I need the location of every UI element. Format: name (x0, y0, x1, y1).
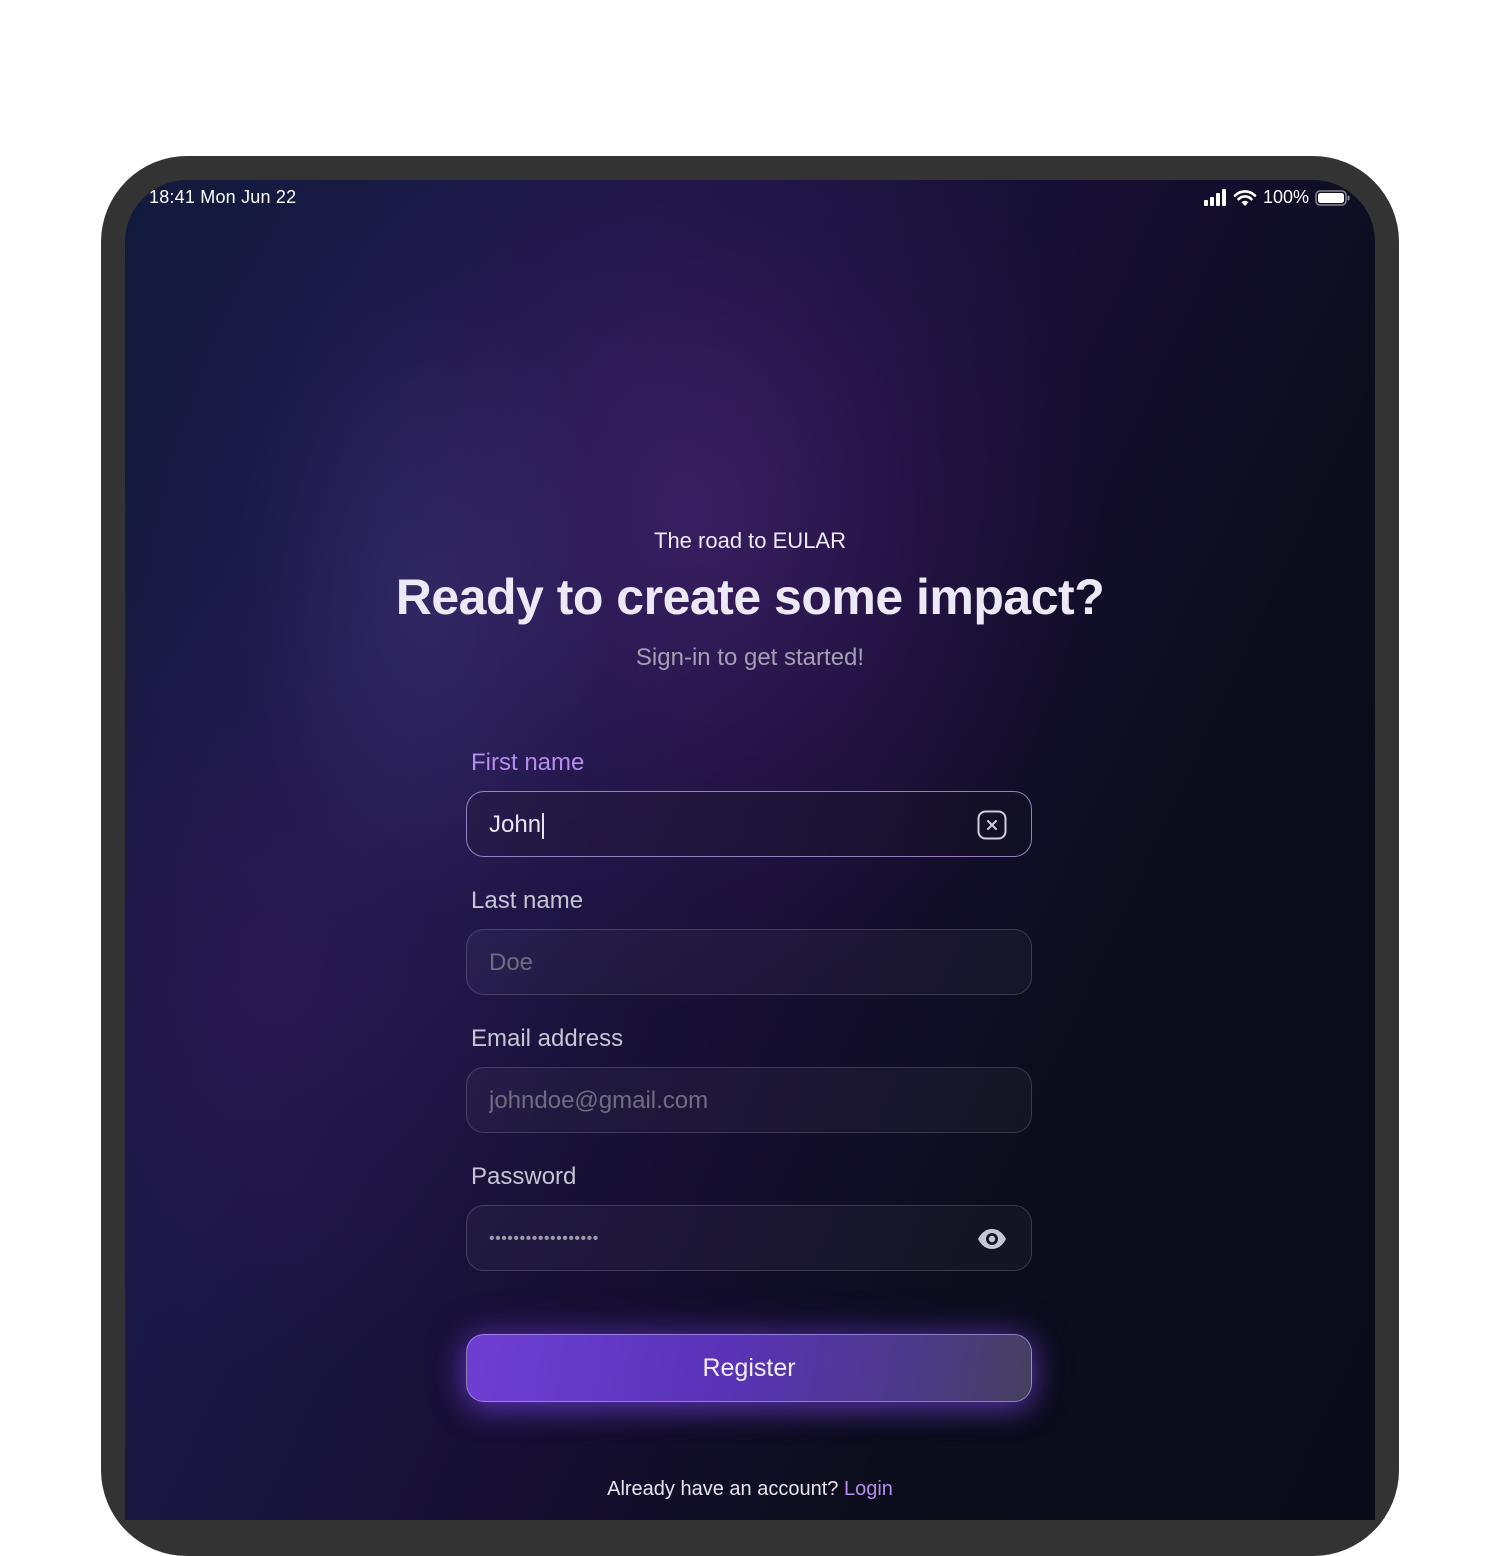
eye-icon[interactable] (977, 1224, 1007, 1254)
text-caret (542, 812, 545, 839)
password-label: Password (471, 1163, 577, 1190)
page-title: Ready to create some impact? (395, 569, 1105, 625)
login-prompt: Already have an account? Login (125, 1478, 1375, 1501)
register-button[interactable]: Register (466, 1334, 1032, 1402)
password-field[interactable]: •••••••••••••••••• (466, 1205, 1032, 1271)
first-name-field[interactable]: John (466, 791, 1032, 857)
email-input[interactable] (489, 1068, 949, 1134)
first-name-label: First name (471, 749, 585, 776)
page-subtitle: Sign-in to get started! (635, 644, 865, 671)
eyebrow-text: The road to EULAR (654, 528, 846, 553)
email-field[interactable] (466, 1067, 1032, 1134)
password-value[interactable]: •••••••••••••••••• (489, 1206, 599, 1272)
first-name-value[interactable]: John (489, 792, 545, 858)
app-screen: 18:41 Mon Jun 22 100% The road to EULAR … (125, 180, 1375, 1520)
email-label: Email address (471, 1025, 624, 1052)
clear-input-icon[interactable] (977, 810, 1007, 840)
login-prompt-text: Already have an account? (607, 1478, 839, 1500)
last-name-input[interactable] (489, 930, 949, 996)
login-link[interactable]: Login (844, 1478, 893, 1500)
register-page: The road to EULAR Ready to create some i… (125, 180, 1375, 1520)
last-name-label: Last name (471, 887, 584, 914)
last-name-field[interactable] (466, 929, 1032, 996)
